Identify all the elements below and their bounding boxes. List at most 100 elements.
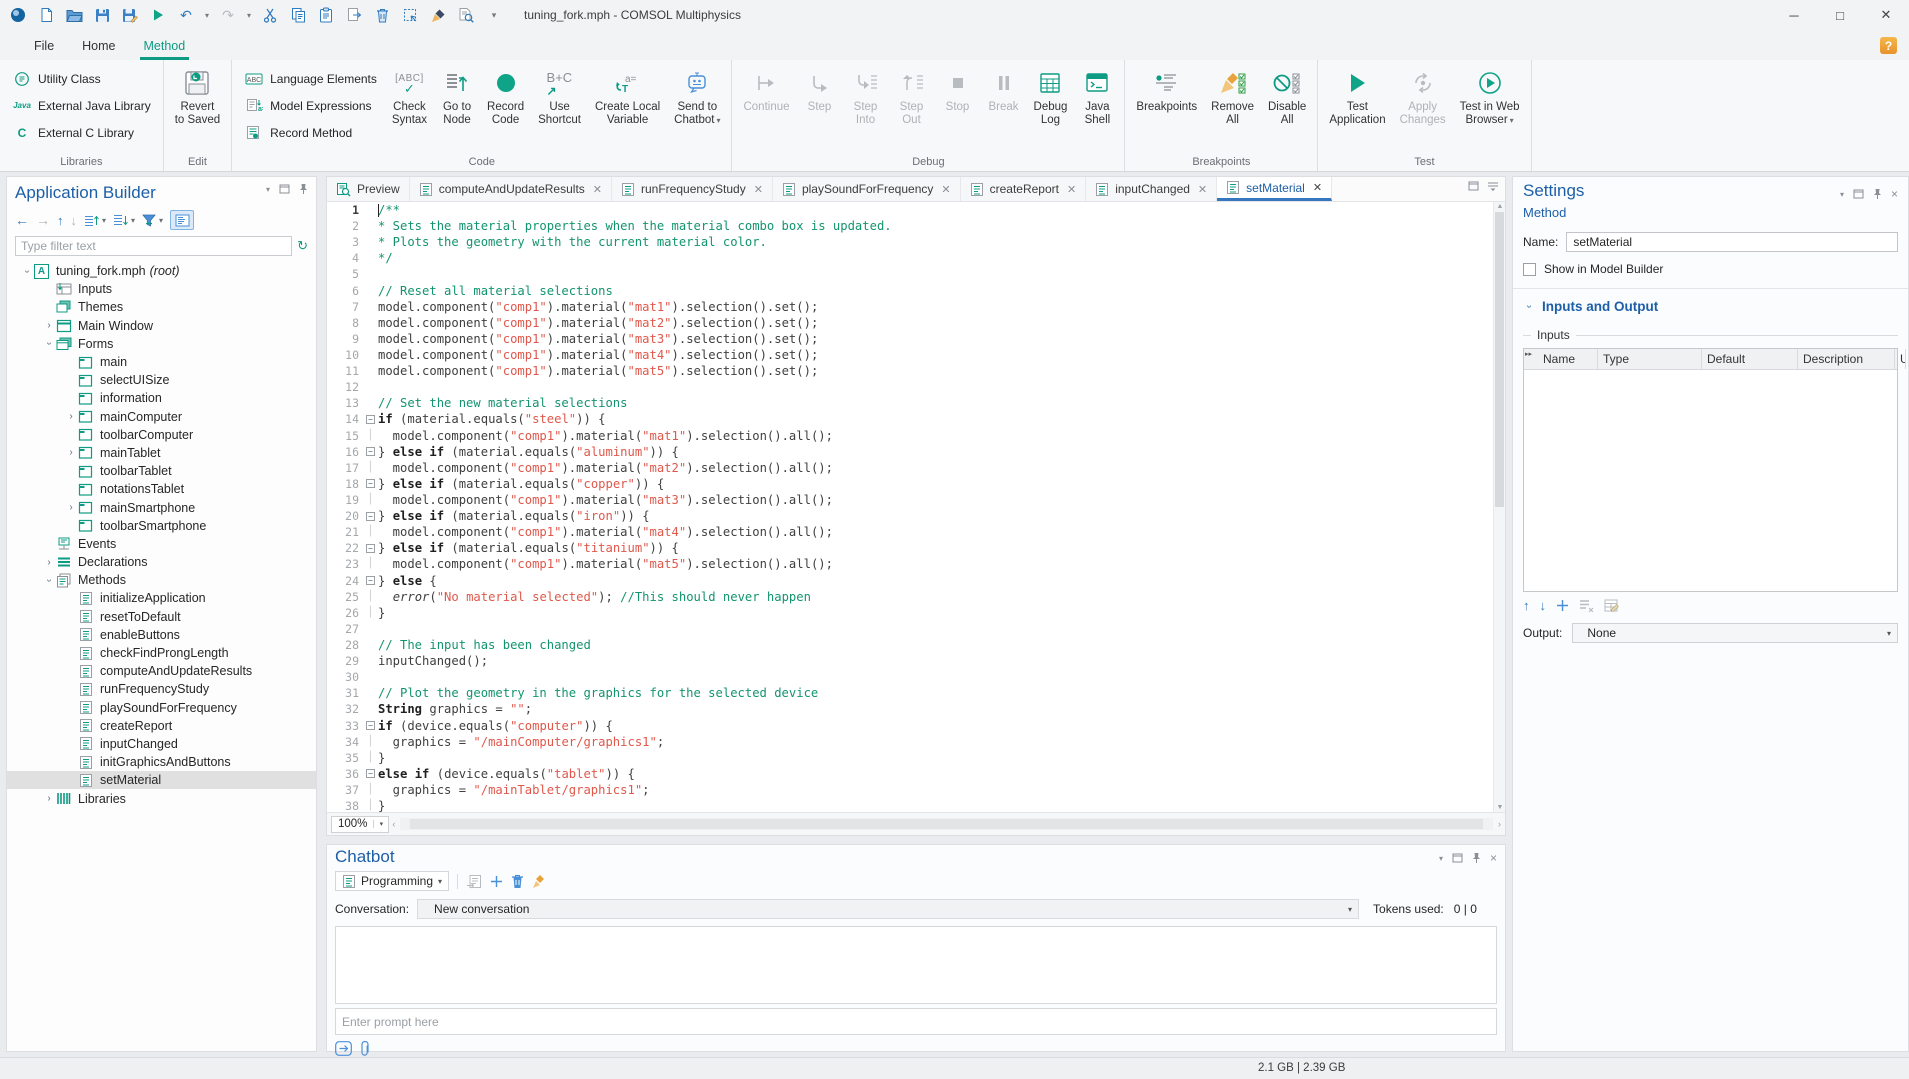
close-panel-icon[interactable]: × xyxy=(1891,187,1898,201)
record-method-button[interactable]: Record Method xyxy=(236,119,385,146)
tree-expander-icon[interactable]: › xyxy=(65,447,77,458)
test-in-web-browser-button[interactable]: Test in WebBrowser▾ xyxy=(1453,62,1527,127)
help-button[interactable]: ? xyxy=(1880,37,1897,54)
pin-panel-icon[interactable] xyxy=(1873,188,1882,200)
fold-toggle-icon[interactable]: − xyxy=(363,766,378,782)
column-header-default[interactable]: Default xyxy=(1702,349,1798,369)
output-select[interactable]: None▾ xyxy=(1572,623,1898,643)
tree-item-maincomputer[interactable]: ›mainComputer xyxy=(7,408,316,426)
tree-filter-input[interactable]: Type filter text xyxy=(15,236,292,256)
debug-log-button[interactable]: DebugLog xyxy=(1027,62,1075,127)
fold-toggle-icon[interactable]: − xyxy=(363,573,378,589)
check-syntax-button[interactable]: [ABC]✓CheckSyntax xyxy=(385,62,434,127)
ribbon-tab-home[interactable]: Home xyxy=(68,35,129,60)
maximize-editor-icon[interactable] xyxy=(1468,181,1479,191)
tree-item-tuning-fork-mph[interactable]: ›Atuning_fork.mph(root) xyxy=(7,262,316,280)
panel-menu-icon[interactable]: ▾ xyxy=(1840,190,1844,199)
pin-panel-icon[interactable] xyxy=(299,183,308,195)
inputs-table-body[interactable] xyxy=(1524,370,1897,591)
edit-table-icon[interactable] xyxy=(1604,599,1619,613)
tree-expander-icon[interactable]: › xyxy=(65,502,77,513)
tree-item-maintablet[interactable]: ›mainTablet xyxy=(7,444,316,462)
revert-button[interactable]: Revertto Saved xyxy=(168,62,227,127)
editor-tab-menu-icon[interactable] xyxy=(1487,181,1499,191)
move-down-icon[interactable]: ↓ xyxy=(1540,598,1547,613)
expand-all-button[interactable]: ▾ xyxy=(84,214,106,227)
inputs-and-output-section[interactable]: › Inputs and Output xyxy=(1523,299,1898,314)
editor-tab-playsoundforfrequency[interactable]: playSoundForFrequency✕ xyxy=(773,177,961,201)
editor-tab-computeandupdateresults[interactable]: computeAndUpdateResults✕ xyxy=(410,177,612,201)
conversation-history[interactable] xyxy=(335,926,1497,1004)
tree-expander-icon[interactable]: › xyxy=(44,574,55,586)
tree-item-checkfindpronglength[interactable]: checkFindProngLength xyxy=(7,644,316,662)
column-header-unit[interactable]: Unit xyxy=(1895,349,1906,369)
attach-file-icon[interactable] xyxy=(360,1040,370,1056)
scroll-left-icon[interactable]: ‹ xyxy=(392,819,395,829)
tree-item-forms[interactable]: ›Forms xyxy=(7,335,316,353)
fold-toggle-icon[interactable]: − xyxy=(363,540,378,556)
tree-expander-icon[interactable]: › xyxy=(44,338,55,350)
dropdown-icon[interactable]: ▾ xyxy=(244,11,254,20)
add-conversation-icon[interactable] xyxy=(490,875,503,888)
cut-button[interactable] xyxy=(258,3,282,27)
java-shell-button[interactable]: JavaShell xyxy=(1074,62,1120,127)
panel-menu-icon[interactable]: ▾ xyxy=(266,185,270,194)
paste-button[interactable] xyxy=(314,3,338,27)
delete-input-icon[interactable] xyxy=(1579,599,1594,612)
send-prompt-icon[interactable] xyxy=(335,1041,352,1056)
send-to-chatbot-button[interactable]: Send toChatbot▾ xyxy=(667,62,727,127)
fold-toggle-icon[interactable]: − xyxy=(363,718,378,734)
maximize-button[interactable]: □ xyxy=(1817,0,1863,30)
utility-class-button[interactable]: Utility Class xyxy=(4,65,159,92)
tree-item-inputchanged[interactable]: inputChanged xyxy=(7,735,316,753)
new-file-button[interactable] xyxy=(34,3,58,27)
remove-all-button[interactable]: RemoveAll xyxy=(1204,62,1261,127)
chatbot-mode-select[interactable]: Programming ▾ xyxy=(335,871,449,891)
editor-horizontal-scrollbar[interactable] xyxy=(400,818,1493,830)
method-name-input[interactable]: setMaterial xyxy=(1566,232,1898,252)
fold-toggle-icon[interactable]: − xyxy=(363,411,378,427)
nav-forward-button[interactable]: → xyxy=(36,212,50,228)
tree-expander-icon[interactable]: › xyxy=(65,411,77,422)
tree-item-enablebuttons[interactable]: enableButtons xyxy=(7,626,316,644)
tree-item-selectuisize[interactable]: selectUISize xyxy=(7,371,316,389)
tree-item-inputs[interactable]: Inputs xyxy=(7,280,316,298)
clean-button[interactable] xyxy=(426,3,450,27)
language-elements-button[interactable]: ABCLanguage Elements xyxy=(236,65,385,92)
show-in-model-builder-checkbox[interactable] xyxy=(1523,263,1536,276)
clear-conversation-icon[interactable] xyxy=(532,874,546,889)
panel-menu-icon[interactable]: ▾ xyxy=(1439,854,1443,863)
tree-expander-icon[interactable]: › xyxy=(43,793,55,804)
tree-item-libraries[interactable]: ›Libraries xyxy=(7,789,316,807)
tree-item-playsoundforfrequency[interactable]: playSoundForFrequency xyxy=(7,699,316,717)
column-header-name[interactable]: Name xyxy=(1538,349,1598,369)
tree-item-main[interactable]: main xyxy=(7,353,316,371)
move-down-button[interactable]: ↓ xyxy=(71,213,78,228)
run-button[interactable] xyxy=(146,3,170,27)
scroll-right-icon[interactable]: › xyxy=(1498,819,1501,829)
fold-toggle-icon[interactable]: − xyxy=(363,508,378,524)
editor-tab-setmaterial[interactable]: setMaterial✕ xyxy=(1217,177,1332,201)
tree-item-computeandupdateresults[interactable]: computeAndUpdateResults xyxy=(7,662,316,680)
tree-item-events[interactable]: Events xyxy=(7,535,316,553)
tree-item-methods[interactable]: ›Methods xyxy=(7,571,316,589)
move-up-button[interactable]: ↑ xyxy=(57,213,64,228)
pin-panel-icon[interactable] xyxy=(1472,852,1481,864)
tree-item-declarations[interactable]: ›Declarations xyxy=(7,553,316,571)
editor-tab-createreport[interactable]: createReport✕ xyxy=(961,177,1087,201)
model-builder-toggle-button[interactable] xyxy=(170,210,194,230)
editor-tab-preview[interactable]: Preview xyxy=(327,177,410,201)
scrollbar-thumb[interactable] xyxy=(1495,212,1504,507)
delete-button[interactable] xyxy=(370,3,394,27)
add-input-icon[interactable] xyxy=(1556,599,1569,612)
create-local-variable-button[interactable]: a=TCreate LocalVariable xyxy=(588,62,667,127)
tree-item-themes[interactable]: Themes xyxy=(7,298,316,316)
go-to-node-button[interactable]: Go toNode xyxy=(434,62,480,127)
c-library-button[interactable]: CExternal C Library xyxy=(4,119,159,146)
minimize-button[interactable]: ─ xyxy=(1771,0,1817,30)
tree-expander-icon[interactable]: › xyxy=(22,265,33,277)
zoom-dropdown-icon[interactable]: ▾ xyxy=(373,820,388,828)
float-panel-icon[interactable] xyxy=(1853,189,1864,199)
test-application-button[interactable]: TestApplication xyxy=(1322,62,1392,127)
inputs-table[interactable]: ▸▸NameTypeDefaultDescriptionUnit xyxy=(1523,348,1898,592)
